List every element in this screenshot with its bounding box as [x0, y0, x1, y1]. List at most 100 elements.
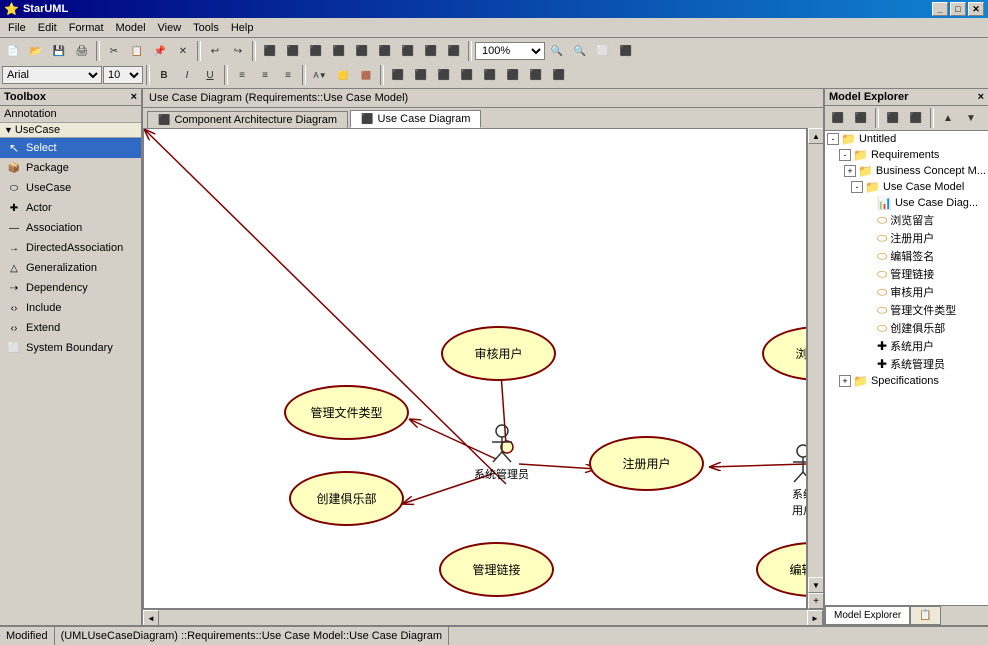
underline-button[interactable]: U: [199, 65, 221, 85]
copy-button[interactable]: 📋: [126, 41, 148, 61]
toolbox-item-dependency[interactable]: ⇢ Dependency: [0, 278, 141, 298]
tree-item-use-case-diag[interactable]: 📊 Use Case Diag...: [825, 195, 988, 211]
toolbox-item-generalization[interactable]: △ Generalization: [0, 258, 141, 278]
zoom-select[interactable]: 100% 75% 50% 150% 200%: [475, 42, 545, 60]
tb-btn-9[interactable]: ⬛: [443, 41, 465, 61]
toolbox-item-include[interactable]: ‹› Include: [0, 298, 141, 318]
actor-admin[interactable]: 系统管理员: [474, 424, 529, 482]
scroll-left-button[interactable]: ◄: [143, 610, 159, 625]
layout-btn-6[interactable]: ⬛: [502, 65, 524, 85]
zoom-in-btn[interactable]: +: [808, 593, 823, 609]
vscroll-track[interactable]: [808, 144, 823, 577]
tb-btn-6[interactable]: ⬛: [374, 41, 396, 61]
window-controls[interactable]: _ □ ✕: [932, 2, 984, 16]
zoom-fit-button[interactable]: ⬜: [592, 41, 614, 61]
actor-sysuser[interactable]: 系统用户: [788, 444, 807, 518]
usecase-edit-sig[interactable]: 编辑签名: [756, 542, 807, 597]
menu-help[interactable]: Help: [225, 18, 260, 37]
usecase-browse-msg[interactable]: 浏览留言: [762, 326, 807, 381]
tree-item-manage-file[interactable]: ⬭ 管理文件类型: [825, 301, 988, 319]
layout-btn-5[interactable]: ⬛: [479, 65, 501, 85]
paste-button[interactable]: 📌: [149, 41, 171, 61]
toolbox-item-association[interactable]: — Association: [0, 218, 141, 238]
toolbox-item-select[interactable]: ↖ Select: [0, 138, 141, 158]
explorer-btn-1[interactable]: ⬛: [827, 108, 849, 128]
expand-untitled[interactable]: -: [827, 133, 839, 145]
tree-item-register[interactable]: ⬭ 注册用户: [825, 229, 988, 247]
layout-btn-7[interactable]: ⬛: [525, 65, 547, 85]
cut-button[interactable]: ✂: [103, 41, 125, 61]
tree-item-sys-admin[interactable]: ✚ 系统管理员: [825, 355, 988, 373]
scroll-right-button[interactable]: ►: [807, 610, 823, 625]
tb-btn-2[interactable]: ⬛: [282, 41, 304, 61]
tb-btn-5[interactable]: ⬛: [351, 41, 373, 61]
toolbox-category-usecase[interactable]: ▼ UseCase: [0, 123, 141, 138]
usecase-manage-file[interactable]: 管理文件类型: [284, 385, 409, 440]
tb-btn-8[interactable]: ⬛: [420, 41, 442, 61]
tree-item-browse-msg[interactable]: ⬭ 浏览留言: [825, 211, 988, 229]
explorer-btn-6[interactable]: ▼: [960, 108, 982, 128]
explorer-tab-model[interactable]: Model Explorer: [825, 606, 910, 625]
menu-file[interactable]: File: [2, 18, 32, 37]
toolbox-item-usecase[interactable]: ⬭ UseCase: [0, 178, 141, 198]
usecase-register[interactable]: 注册用户: [589, 436, 704, 491]
toolbox-annotation-label[interactable]: Annotation: [0, 106, 141, 123]
usecase-create-club[interactable]: 创建俱乐部: [289, 471, 404, 526]
redo-button[interactable]: ↪: [227, 41, 249, 61]
vertical-scrollbar[interactable]: ▲ ▼ +: [807, 128, 823, 609]
expand-requirements[interactable]: -: [839, 149, 851, 161]
toolbox-item-actor[interactable]: ✚ Actor: [0, 198, 141, 218]
bold-button[interactable]: B: [153, 65, 175, 85]
tree-item-manage-link[interactable]: ⬭ 管理链接: [825, 265, 988, 283]
explorer-close[interactable]: ×: [978, 91, 984, 103]
align-center-button[interactable]: ≡: [254, 65, 276, 85]
print-button[interactable]: 🖨: [71, 41, 93, 61]
zoom-actual-button[interactable]: ⬛: [615, 41, 637, 61]
explorer-btn-3[interactable]: ⬛: [882, 108, 904, 128]
maximize-button[interactable]: □: [950, 2, 966, 16]
toolbox-item-system-boundary[interactable]: ⬜ System Boundary: [0, 338, 141, 358]
toolbox-item-directed-association[interactable]: → DirectedAssociation: [0, 238, 141, 258]
tb-btn-1[interactable]: ⬛: [259, 41, 281, 61]
layout-btn-2[interactable]: ⬛: [410, 65, 432, 85]
layout-btn-3[interactable]: ⬛: [433, 65, 455, 85]
expand-specifications[interactable]: +: [839, 375, 851, 387]
scroll-up-button[interactable]: ▲: [808, 128, 823, 144]
tree-item-review-user[interactable]: ⬭ 审核用户: [825, 283, 988, 301]
tree-item-untitled[interactable]: - 📁 Untitled: [825, 131, 988, 147]
tree-item-use-case-model[interactable]: - 📁 Use Case Model: [825, 179, 988, 195]
font-family-select[interactable]: Arial: [2, 66, 102, 84]
layout-btn-4[interactable]: ⬛: [456, 65, 478, 85]
tree-item-sys-user[interactable]: ✚ 系统用户: [825, 337, 988, 355]
toolbox-controls[interactable]: ×: [131, 91, 137, 103]
scroll-down-button[interactable]: ▼: [808, 577, 823, 593]
explorer-tab-extra[interactable]: 📋: [910, 606, 940, 625]
align-right-button[interactable]: ≡: [277, 65, 299, 85]
menu-view[interactable]: View: [152, 18, 188, 37]
color-btn-2[interactable]: 🟨: [332, 65, 354, 85]
tb-btn-4[interactable]: ⬛: [328, 41, 350, 61]
diagram-canvas[interactable]: 审核用户 浏览留言 管理文件类型 注册用户: [143, 128, 807, 609]
usecase-review-user[interactable]: 审核用户: [441, 326, 556, 381]
color-btn-3[interactable]: 🟫: [355, 65, 377, 85]
tree-item-business-concept[interactable]: + 📁 Business Concept M...: [825, 163, 988, 179]
tree-item-edit-sig[interactable]: ⬭ 编辑签名: [825, 247, 988, 265]
tb-btn-7[interactable]: ⬛: [397, 41, 419, 61]
layout-btn-1[interactable]: ⬛: [387, 65, 409, 85]
new-button[interactable]: 📄: [2, 41, 24, 61]
undo-button[interactable]: ↩: [204, 41, 226, 61]
tree-item-create-club[interactable]: ⬭ 创建俱乐部: [825, 319, 988, 337]
font-size-select[interactable]: 10: [103, 66, 143, 84]
explorer-btn-4[interactable]: ⬛: [905, 108, 927, 128]
explorer-btn-2[interactable]: ⬛: [850, 108, 872, 128]
tab-component[interactable]: ⬛ Component Architecture Diagram: [147, 111, 348, 128]
toolbox-item-extend[interactable]: ‹› Extend: [0, 318, 141, 338]
horizontal-scrollbar[interactable]: ◄ ►: [143, 609, 823, 625]
menu-edit[interactable]: Edit: [32, 18, 63, 37]
align-left-button[interactable]: ≡: [231, 65, 253, 85]
tree-item-requirements[interactable]: - 📁 Requirements: [825, 147, 988, 163]
tb-btn-3[interactable]: ⬛: [305, 41, 327, 61]
explorer-btn-5[interactable]: ▲: [937, 108, 959, 128]
expand-use-case-model[interactable]: -: [851, 181, 863, 193]
delete-button[interactable]: ✕: [172, 41, 194, 61]
